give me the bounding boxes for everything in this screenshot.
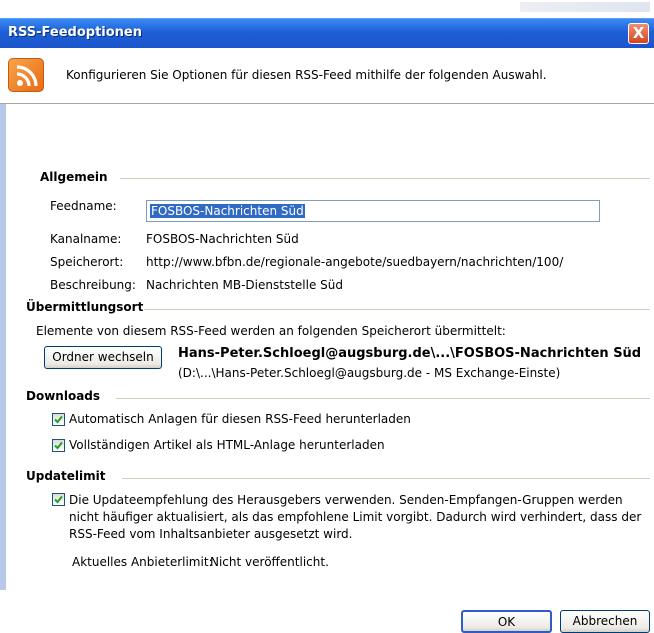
section-downloads-heading: Downloads	[26, 389, 101, 403]
publisher-recommendation-checkbox[interactable]	[52, 493, 65, 506]
background-window-title	[520, 2, 650, 12]
full-article-checkbox[interactable]	[52, 439, 65, 452]
feedname-value: FOSBOS-Nachrichten Süd	[150, 204, 305, 218]
close-button[interactable]: X	[628, 23, 649, 44]
description-label: Beschreibung:	[50, 278, 136, 292]
location-label: Speicherort:	[50, 255, 124, 269]
dialog-client-area: Konfigurieren Sie Optionen für diesen RS…	[0, 48, 654, 633]
publisher-recommendation-label[interactable]: Die Updateempfehlung des Herausgebers ve…	[69, 492, 649, 543]
folder-detail: (D:\...\Hans-Peter.Schloegl@augsburg.de …	[178, 366, 561, 380]
background-window-strip	[0, 0, 654, 18]
full-article-label[interactable]: Vollständigen Artikel als HTML-Anlage he…	[69, 438, 385, 452]
section-divider	[120, 178, 650, 179]
channel-label: Kanalname:	[50, 232, 122, 246]
section-general-heading: Allgemein	[40, 170, 108, 184]
auto-attachments-label[interactable]: Automatisch Anlagen für diesen RSS-Feed …	[69, 412, 411, 426]
section-delivery-heading: Übermittlungsort	[26, 300, 144, 314]
dialog-description: Konfigurieren Sie Optionen für diesen RS…	[66, 68, 547, 82]
window-title: RSS-Feedoptionen	[8, 25, 143, 40]
current-limit-value: Nicht veröffentlicht.	[210, 555, 329, 569]
section-divider	[122, 478, 650, 479]
location-value: http://www.bfbn.de/regionale-angebote/su…	[146, 255, 564, 269]
title-bar[interactable]: RSS-Feedoptionen X	[0, 18, 654, 48]
current-limit-label: Aktuelles Anbieterlimit:	[72, 555, 213, 569]
dialog-body: Allgemein Feedname: FOSBOS-Nachrichten S…	[6, 104, 654, 633]
cancel-button[interactable]: Abbrechen	[560, 610, 650, 633]
auto-attachments-checkbox[interactable]	[52, 413, 65, 426]
feedname-label: Feedname:	[50, 199, 117, 213]
rss-feed-icon	[8, 58, 44, 92]
channel-value: FOSBOS-Nachrichten Süd	[146, 232, 299, 246]
section-divider	[144, 309, 650, 310]
folder-path: Hans-Peter.Schloegl@augsburg.de\...\FOSB…	[178, 346, 642, 361]
section-divider	[116, 398, 650, 399]
ok-button[interactable]: OK	[461, 610, 552, 633]
feedname-input[interactable]: FOSBOS-Nachrichten Süd	[146, 200, 600, 222]
delivery-intro: Elemente von diesem RSS-Feed werden an f…	[36, 324, 506, 338]
description-value: Nachrichten MB-Dienststelle Süd	[146, 278, 343, 292]
dialog-header: Konfigurieren Sie Optionen für diesen RS…	[0, 48, 654, 104]
change-folder-button[interactable]: Ordner wechseln	[44, 346, 162, 369]
section-update-limit-heading: Updatelimit	[26, 469, 106, 483]
